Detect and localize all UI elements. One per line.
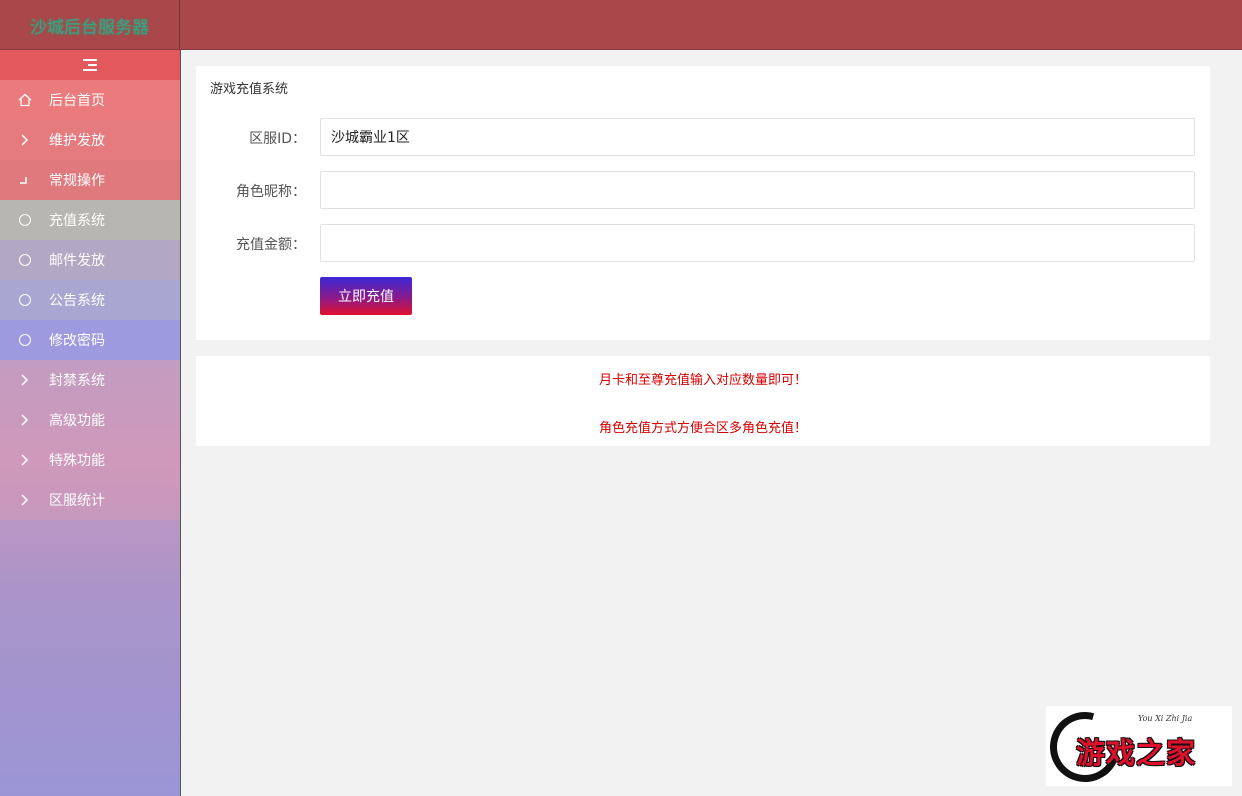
sidebar-item-label: 维护发放 <box>49 133 105 149</box>
sidebar-item-server-stats[interactable]: 区服统计 <box>0 480 180 520</box>
sidebar-item-maintenance[interactable]: 维护发放 <box>0 120 180 160</box>
chevron-right-icon <box>18 453 32 467</box>
sidebar-item-special[interactable]: 特殊功能 <box>0 440 180 480</box>
circle-icon <box>18 213 32 227</box>
chevron-right-icon <box>18 493 32 507</box>
recharge-submit-button[interactable]: 立即充值 <box>320 277 412 315</box>
circle-icon <box>18 333 32 347</box>
sidebar-item-ban[interactable]: 封禁系统 <box>0 360 180 400</box>
sidebar-menu: 后台首页 维护发放 常规操作 充值系统 邮件发放 公告系统 修改密码 封禁系统 … <box>0 80 180 520</box>
sidebar-item-label: 高级功能 <box>49 413 105 429</box>
sidebar-item-label: 封禁系统 <box>49 373 105 389</box>
chevron-right-icon <box>18 133 32 147</box>
circle-icon <box>18 293 32 307</box>
sidebar-item-label: 充值系统 <box>49 213 105 229</box>
circle-icon <box>18 253 32 267</box>
menu-fold-icon <box>83 59 97 71</box>
sidebar-item-label: 修改密码 <box>49 333 105 349</box>
sidebar-item-home[interactable]: 后台首页 <box>0 80 180 120</box>
sidebar: 后台首页 维护发放 常规操作 充值系统 邮件发放 公告系统 修改密码 封禁系统 … <box>0 50 181 796</box>
sidebar-toggle[interactable] <box>0 50 180 80</box>
sidebar-item-recharge[interactable]: 充值系统 <box>0 200 180 240</box>
panel-title: 游戏充值系统 <box>210 82 289 97</box>
chevron-right-icon <box>18 413 32 427</box>
amount-input[interactable] <box>320 224 1195 262</box>
top-header: 沙城后台服务器 <box>0 0 1242 50</box>
sidebar-item-label: 常规操作 <box>49 173 105 189</box>
watermark-text: 游戏之家 <box>1076 736 1197 770</box>
collapse-icon <box>18 173 32 187</box>
sidebar-item-label: 特殊功能 <box>49 453 105 469</box>
sidebar-item-general-ops[interactable]: 常规操作 <box>0 160 180 200</box>
sidebar-item-label: 后台首页 <box>49 93 105 109</box>
notes-panel: 月卡和至尊充值输入对应数量即可！ 角色充值方式方便合区多角色充值！ <box>196 356 1210 446</box>
role-name-label: 角色昵称： <box>236 184 306 200</box>
note-multi-role: 角色充值方式方便合区多角色充值！ <box>598 421 807 436</box>
sidebar-item-label: 区服统计 <box>49 493 105 509</box>
sidebar-item-label: 邮件发放 <box>49 253 105 269</box>
home-icon <box>18 93 32 107</box>
site-logo: 沙城后台服务器 <box>30 17 149 38</box>
recharge-form-panel: 游戏充值系统 区服ID： 角色昵称： 充值金额： 立即充值 <box>196 66 1210 340</box>
watermark-script: You Xi Zhi Jia <box>1138 714 1193 723</box>
server-id-label: 区服ID： <box>249 131 306 147</box>
watermark-logo: You Xi Zhi Jia 游戏之家 <box>1037 699 1232 795</box>
role-name-input[interactable] <box>320 171 1195 209</box>
amount-label: 充值金额： <box>236 237 306 253</box>
sidebar-item-advanced[interactable]: 高级功能 <box>0 400 180 440</box>
server-id-input[interactable] <box>320 118 1195 156</box>
sidebar-item-change-password[interactable]: 修改密码 <box>0 320 180 360</box>
sidebar-item-mail[interactable]: 邮件发放 <box>0 240 180 280</box>
sidebar-item-label: 公告系统 <box>49 293 105 309</box>
sidebar-item-announcement[interactable]: 公告系统 <box>0 280 180 320</box>
chevron-right-icon <box>18 373 32 387</box>
note-monthly-card: 月卡和至尊充值输入对应数量即可！ <box>598 373 807 388</box>
logo-area[interactable]: 沙城后台服务器 <box>0 0 180 50</box>
